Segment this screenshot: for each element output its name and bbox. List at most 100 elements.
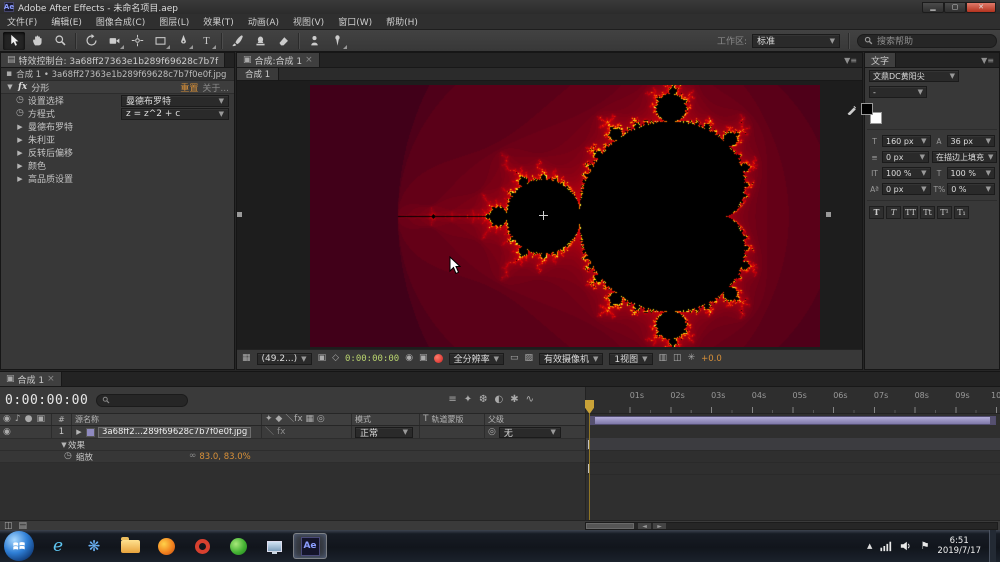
parent-dropdown[interactable]: 无▼ bbox=[499, 427, 561, 438]
green-browser-icon[interactable] bbox=[221, 533, 255, 559]
live-update-button[interactable]: ≡ bbox=[448, 395, 456, 405]
shape-tool[interactable] bbox=[149, 32, 171, 50]
time-ruler[interactable]: 01s 02s 03s 04s 05s 06s 07s 08s 09s 10s bbox=[586, 387, 1000, 414]
fill-stroke-order-dropdown[interactable]: 在描边上填充▼ bbox=[932, 151, 997, 163]
maximize-button[interactable]: ▢ bbox=[944, 2, 966, 13]
subscript-button[interactable]: T₁ bbox=[954, 206, 969, 219]
close-tab-icon[interactable]: × bbox=[47, 374, 55, 384]
resolution-dropdown[interactable]: 全分辨率▼ bbox=[449, 353, 504, 365]
timeline-search-input[interactable] bbox=[96, 394, 188, 407]
layer-handle[interactable] bbox=[826, 212, 831, 217]
horizontal-scale-dropdown[interactable]: 100 %▼ bbox=[947, 167, 996, 179]
switches-column-header[interactable]: ✦ ◆ ＼fx ▦ ◎ bbox=[262, 414, 352, 425]
small-caps-button[interactable]: Tt bbox=[920, 206, 935, 219]
pickwhip-icon[interactable]: ◎ bbox=[488, 428, 496, 437]
layer-name[interactable]: 3a68ff2...289f69628c7b7f0e0f.jpg bbox=[98, 427, 251, 438]
source-name-column-header[interactable]: 源名称 bbox=[72, 414, 262, 425]
twirl-closed-icon[interactable]: ▶ bbox=[16, 123, 24, 131]
about-effect-link[interactable]: 关于... bbox=[202, 81, 229, 94]
camera-dropdown[interactable]: 有效摄像机▼ bbox=[539, 353, 603, 365]
mode-column-header[interactable]: 模式 bbox=[352, 414, 420, 425]
close-button[interactable]: ✕ bbox=[966, 2, 996, 13]
rotation-tool[interactable] bbox=[80, 32, 102, 50]
leading-dropdown[interactable]: 36 px▼ bbox=[947, 135, 996, 147]
group-label[interactable]: 颜色 bbox=[28, 159, 46, 172]
scroll-left-arrow[interactable]: ◄ bbox=[638, 523, 651, 529]
stopwatch-icon[interactable]: ◷ bbox=[64, 452, 72, 461]
proportional-spacing-dropdown[interactable]: 0 %▼ bbox=[947, 183, 995, 195]
workspace-dropdown[interactable]: 标准▼ bbox=[752, 34, 840, 48]
panel-menu-icon[interactable]: ▼≡ bbox=[976, 53, 999, 67]
internet-explorer-icon[interactable]: e bbox=[41, 533, 75, 559]
tab-effect-controls[interactable]: ▤ 特效控制台: 3a68ff27363e1b289f69628c7b7f bbox=[1, 53, 225, 67]
composition-canvas[interactable] bbox=[310, 85, 820, 347]
scale-property-label[interactable]: 缩放 bbox=[76, 451, 93, 463]
pan-behind-tool[interactable] bbox=[126, 32, 148, 50]
transparency-grid-icon[interactable]: ▨ bbox=[524, 354, 533, 363]
menu-animation[interactable]: 动画(A) bbox=[241, 14, 286, 29]
menu-layer[interactable]: 图层(L) bbox=[152, 14, 196, 29]
action-center-flag-icon[interactable]: ⚑ bbox=[920, 541, 929, 552]
layer-switches-cell[interactable]: ＼ fx bbox=[262, 426, 352, 438]
menu-window[interactable]: 窗口(W) bbox=[331, 14, 379, 29]
effects-group-row[interactable]: ▼ 效果 bbox=[0, 439, 585, 451]
twirl-closed-icon[interactable]: ▶ bbox=[16, 136, 24, 144]
menu-view[interactable]: 视图(V) bbox=[286, 14, 331, 29]
effects-track-lane[interactable] bbox=[586, 451, 1000, 463]
windows-explorer-icon[interactable] bbox=[113, 533, 147, 559]
blend-mode-dropdown[interactable]: 正常▼ bbox=[355, 427, 413, 438]
group-label[interactable]: 朱利亚 bbox=[28, 133, 55, 146]
grid-guides-icon[interactable]: ▦ bbox=[242, 354, 251, 363]
scale-property-row[interactable]: ◷ 缩放 ∞ 83.0, 83.0% bbox=[0, 451, 585, 463]
fast-preview-icon[interactable]: ◫ bbox=[673, 354, 682, 363]
layer-name-cell[interactable]: ▶ 3a68ff2...289f69628c7b7f0e0f.jpg bbox=[72, 426, 262, 438]
selection-tool[interactable] bbox=[3, 32, 25, 50]
work-area-start-handle[interactable] bbox=[590, 417, 595, 424]
motion-blur-button[interactable]: ✱ bbox=[510, 395, 518, 405]
layer-row[interactable]: ◉ 1 ▶ 3a68ff2...289f69628c7b7f0e0f.jpg ＼… bbox=[0, 426, 585, 439]
menu-file[interactable]: 文件(F) bbox=[0, 14, 44, 29]
close-tab-icon[interactable]: × bbox=[305, 55, 313, 65]
setting-dropdown[interactable]: 曼德布罗特▼ bbox=[121, 95, 229, 107]
graph-editor-button[interactable]: ∿ bbox=[526, 395, 534, 405]
frame-blend-button[interactable]: ◐ bbox=[494, 395, 503, 405]
current-time-display[interactable]: 0:00:00:00 bbox=[5, 393, 88, 408]
menu-help[interactable]: 帮助(H) bbox=[379, 14, 425, 29]
start-button[interactable] bbox=[4, 531, 34, 561]
track-matte-column-header[interactable]: T 轨道蒙版 bbox=[420, 414, 485, 425]
work-area-end-handle[interactable] bbox=[990, 417, 995, 424]
firefox-icon[interactable] bbox=[149, 533, 183, 559]
show-hidden-icons-button[interactable]: ▲ bbox=[867, 542, 872, 550]
brush-tool[interactable] bbox=[226, 32, 248, 50]
effects-switch-icon[interactable]: fx bbox=[277, 428, 286, 437]
taskbar-clock[interactable]: 6:51 2019/7/17 bbox=[937, 536, 981, 556]
baseline-shift-dropdown[interactable]: 0 px▼ bbox=[882, 183, 931, 195]
pixel-aspect-icon[interactable]: ▥ bbox=[659, 354, 668, 363]
tracking-dropdown[interactable]: 0 px▼ bbox=[882, 151, 929, 163]
stopwatch-icon[interactable]: ◷ bbox=[16, 96, 24, 105]
pen-tool[interactable] bbox=[172, 32, 194, 50]
type-tool[interactable]: T bbox=[195, 32, 217, 50]
region-of-interest-icon[interactable]: ▭ bbox=[510, 354, 519, 363]
number-column-header[interactable]: # bbox=[52, 414, 72, 425]
scale-value[interactable]: 83.0, 83.0% bbox=[199, 452, 250, 462]
zoom-tool[interactable] bbox=[49, 32, 71, 50]
eyedropper-icon[interactable] bbox=[847, 105, 857, 115]
equation-dropdown[interactable]: z = z^2 + c▼ bbox=[121, 108, 229, 120]
shy-layers-button[interactable]: ❆ bbox=[479, 395, 487, 405]
timeline-horizontal-scrollbar[interactable]: ◄ ► bbox=[585, 522, 998, 530]
viewer-timecode[interactable]: 0:00:00:00 bbox=[345, 354, 399, 364]
twirl-closed-icon[interactable]: ▶ bbox=[16, 149, 24, 157]
parent-column-header[interactable]: 父级 bbox=[485, 414, 585, 425]
volume-icon[interactable] bbox=[900, 540, 912, 552]
twirl-open-icon[interactable]: ▶ bbox=[75, 428, 83, 436]
twirl-closed-icon[interactable]: ▶ bbox=[16, 162, 24, 170]
twirl-closed-icon[interactable]: ▶ bbox=[16, 175, 24, 183]
exposure-value[interactable]: +0.0 bbox=[701, 354, 722, 364]
tab-timeline-comp[interactable]: ▣ 合成 1 × bbox=[0, 372, 62, 386]
pinwheel-app-icon[interactable]: ❋ bbox=[77, 533, 111, 559]
safe-margins-icon[interactable]: ▣ bbox=[318, 354, 327, 363]
after-effects-taskbar-icon[interactable]: Ae bbox=[293, 533, 327, 559]
scale-track-lane[interactable] bbox=[586, 463, 1000, 475]
faux-italic-button[interactable]: T bbox=[886, 206, 901, 219]
